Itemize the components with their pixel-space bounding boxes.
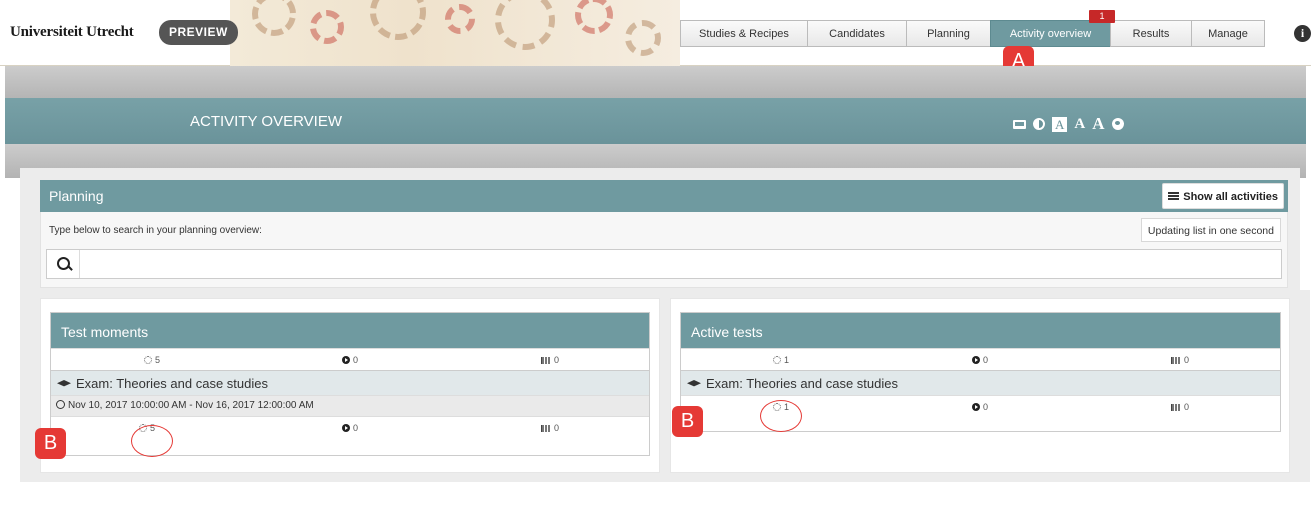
exam-item[interactable]: Exam: Theories and case studies — [51, 370, 649, 395]
flag-icon — [1171, 357, 1181, 364]
planning-search-panel: Type below to search in your planning ov… — [40, 212, 1288, 288]
gear-decoration — [370, 0, 426, 40]
flag-icon — [541, 425, 551, 432]
annotation-marker-b: B — [35, 428, 66, 459]
gear-decoration — [252, 0, 296, 36]
accessibility-toolbar: A A A — [1013, 114, 1124, 134]
active-count: 0 — [972, 355, 988, 365]
info-icon[interactable]: i — [1294, 25, 1311, 42]
play-icon — [972, 403, 980, 411]
university-logo[interactable]: Universiteit Utrecht — [10, 24, 134, 41]
play-icon — [342, 424, 350, 432]
gear-decoration — [575, 0, 613, 34]
planning-header: Planning Show all activities — [40, 180, 1288, 212]
test-moments-summary: 5 0 0 — [51, 348, 649, 370]
show-all-activities-button[interactable]: Show all activities — [1162, 183, 1284, 209]
graduation-cap-icon — [57, 380, 71, 387]
search-hint: Type below to search in your planning ov… — [49, 225, 262, 236]
text-size-small-button[interactable]: A — [1052, 116, 1068, 132]
tab-activity-overview[interactable]: Activity overview — [990, 20, 1110, 47]
active-tests-summary: 1 0 0 — [681, 348, 1280, 370]
spinner-icon — [144, 356, 152, 364]
globe-icon[interactable] — [1111, 118, 1124, 130]
gear-decoration — [495, 0, 555, 50]
active-count: 0 — [972, 402, 988, 412]
finished-count: 0 — [1171, 355, 1189, 365]
active-count: 0 — [342, 423, 358, 433]
clock-icon — [56, 400, 65, 409]
show-all-label: Show all activities — [1183, 191, 1278, 203]
highlight-circle — [760, 400, 802, 432]
list-icon — [1168, 192, 1180, 201]
tab-studies-recipes[interactable]: Studies & Recipes — [680, 20, 807, 47]
active-count: 0 — [342, 355, 358, 365]
play-icon — [342, 356, 350, 364]
search-icon — [47, 250, 80, 278]
main-nav: Studies & Recipes Candidates Planning Ac… — [680, 20, 1265, 47]
search-input[interactable] — [46, 249, 1282, 279]
tab-planning[interactable]: Planning — [906, 20, 990, 47]
finished-count: 0 — [541, 355, 559, 365]
top-bar: Universiteit Utrecht PREVIEW Studies & R… — [0, 0, 1311, 66]
exam-name: Exam: Theories and case studies — [76, 376, 268, 391]
tab-results[interactable]: Results — [1110, 20, 1191, 47]
updating-status: Updating list in one second — [1140, 218, 1281, 242]
text-size-large-button[interactable]: A — [1092, 114, 1104, 134]
finished-count: 0 — [1171, 402, 1189, 412]
decorative-banner — [230, 0, 680, 66]
flag-icon — [1171, 404, 1181, 411]
preview-badge: PREVIEW — [159, 20, 238, 45]
grey-band — [5, 66, 1306, 100]
exam-item[interactable]: Exam: Theories and case studies — [681, 370, 1280, 395]
annotation-marker-b: B — [672, 406, 703, 437]
active-tests-title: Active tests — [681, 313, 1280, 348]
spinner-icon — [773, 356, 781, 364]
notification-badge: 1 — [1089, 10, 1115, 23]
gear-decoration — [625, 20, 661, 56]
text-size-medium-button[interactable]: A — [1074, 116, 1085, 133]
exam-date-range: Nov 10, 2017 10:00:00 AM - Nov 16, 2017 … — [51, 395, 649, 416]
pending-count: 5 — [144, 355, 160, 365]
page-title-bar: ACTIVITY OVERVIEW A A A — [5, 98, 1306, 144]
play-icon — [972, 356, 980, 364]
planning-title: Planning — [49, 188, 104, 204]
monitor-icon[interactable] — [1013, 119, 1026, 129]
gear-decoration — [310, 10, 344, 44]
flag-icon — [541, 357, 551, 364]
graduation-cap-icon — [687, 380, 701, 387]
contrast-icon[interactable] — [1033, 118, 1045, 130]
tab-candidates[interactable]: Candidates — [807, 20, 906, 47]
gear-decoration — [445, 4, 475, 34]
finished-count: 0 — [541, 423, 559, 433]
tab-manage[interactable]: Manage — [1191, 20, 1265, 47]
exam-name: Exam: Theories and case studies — [706, 376, 898, 391]
pending-count: 1 — [773, 355, 789, 365]
test-moments-title: Test moments — [51, 313, 649, 348]
page-title: ACTIVITY OVERVIEW — [190, 113, 342, 130]
highlight-circle — [131, 425, 173, 457]
